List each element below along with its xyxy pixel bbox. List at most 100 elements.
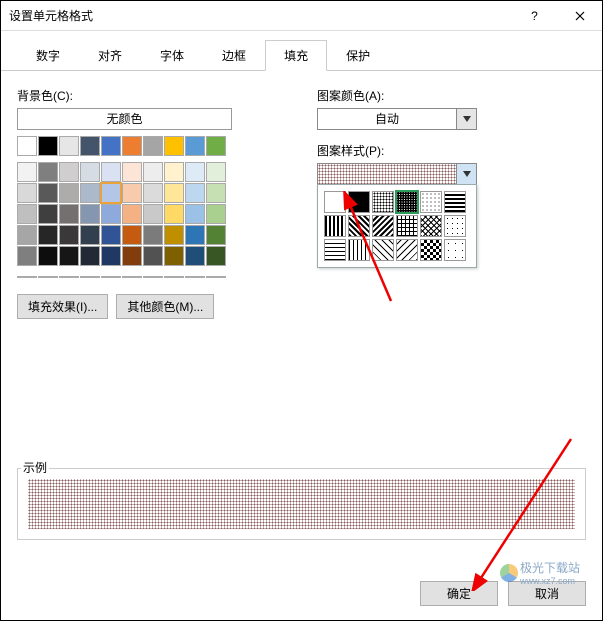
color-swatch[interactable] <box>206 136 226 156</box>
pattern-color-dropdown[interactable]: 自动 <box>317 108 477 130</box>
color-swatch[interactable] <box>38 276 58 278</box>
pattern-swatch[interactable] <box>372 239 394 261</box>
color-swatch[interactable] <box>185 162 205 182</box>
pattern-swatch[interactable] <box>396 239 418 261</box>
color-swatch[interactable] <box>80 246 100 266</box>
color-swatch[interactable] <box>80 162 100 182</box>
color-swatch[interactable] <box>17 276 37 278</box>
pattern-swatch[interactable] <box>372 191 394 213</box>
pattern-swatch[interactable] <box>396 215 418 237</box>
pattern-swatch[interactable] <box>348 215 370 237</box>
color-swatch[interactable] <box>206 183 226 203</box>
color-swatch[interactable] <box>164 204 184 224</box>
more-colors-button[interactable]: 其他颜色(M)... <box>116 294 214 319</box>
color-swatch[interactable] <box>185 225 205 245</box>
color-swatch[interactable] <box>206 276 226 278</box>
close-button[interactable] <box>557 1 602 31</box>
color-swatch[interactable] <box>122 183 142 203</box>
color-swatch[interactable] <box>101 136 121 156</box>
color-swatch[interactable] <box>59 136 79 156</box>
color-swatch[interactable] <box>164 225 184 245</box>
pattern-swatch[interactable] <box>444 239 466 261</box>
no-color-button[interactable]: 无颜色 <box>17 108 232 130</box>
color-swatch[interactable] <box>38 136 58 156</box>
color-swatch[interactable] <box>17 162 37 182</box>
color-swatch[interactable] <box>59 162 79 182</box>
color-swatch[interactable] <box>59 183 79 203</box>
color-swatch[interactable] <box>143 246 163 266</box>
pattern-swatch[interactable] <box>324 239 346 261</box>
pattern-swatch[interactable] <box>396 191 418 213</box>
color-swatch[interactable] <box>206 162 226 182</box>
color-swatch[interactable] <box>101 183 121 203</box>
help-button[interactable]: ? <box>512 1 557 31</box>
color-swatch[interactable] <box>143 204 163 224</box>
color-swatch[interactable] <box>101 246 121 266</box>
color-swatch[interactable] <box>59 204 79 224</box>
color-swatch[interactable] <box>38 183 58 203</box>
color-swatch[interactable] <box>101 204 121 224</box>
color-swatch[interactable] <box>122 276 142 278</box>
color-swatch[interactable] <box>143 183 163 203</box>
color-swatch[interactable] <box>38 225 58 245</box>
color-swatch[interactable] <box>122 246 142 266</box>
color-swatch[interactable] <box>122 162 142 182</box>
color-swatch[interactable] <box>101 162 121 182</box>
pattern-style-dropdown[interactable] <box>317 163 477 185</box>
color-swatch[interactable] <box>206 246 226 266</box>
color-swatch[interactable] <box>164 246 184 266</box>
tab-protection[interactable]: 保护 <box>327 40 389 71</box>
color-swatch[interactable] <box>101 225 121 245</box>
color-swatch[interactable] <box>185 136 205 156</box>
color-swatch[interactable] <box>164 276 184 278</box>
color-swatch[interactable] <box>38 204 58 224</box>
color-swatch[interactable] <box>206 225 226 245</box>
color-swatch[interactable] <box>143 162 163 182</box>
color-swatch[interactable] <box>164 183 184 203</box>
pattern-swatch[interactable] <box>420 215 442 237</box>
fill-effects-button[interactable]: 填充效果(I)... <box>17 294 108 319</box>
tab-font[interactable]: 字体 <box>141 40 203 71</box>
color-swatch[interactable] <box>17 204 37 224</box>
color-swatch[interactable] <box>164 162 184 182</box>
pattern-swatch[interactable] <box>348 191 370 213</box>
pattern-swatch[interactable] <box>372 215 394 237</box>
color-swatch[interactable] <box>185 246 205 266</box>
color-swatch[interactable] <box>17 183 37 203</box>
pattern-swatch[interactable] <box>444 215 466 237</box>
color-swatch[interactable] <box>122 204 142 224</box>
color-swatch[interactable] <box>59 276 79 278</box>
pattern-swatch[interactable] <box>348 239 370 261</box>
color-swatch[interactable] <box>80 136 100 156</box>
color-swatch[interactable] <box>143 136 163 156</box>
pattern-swatch[interactable] <box>420 239 442 261</box>
color-swatch[interactable] <box>17 136 37 156</box>
color-swatch[interactable] <box>101 276 121 278</box>
color-swatch[interactable] <box>80 225 100 245</box>
color-swatch[interactable] <box>206 204 226 224</box>
ok-button[interactable]: 确定 <box>420 581 498 606</box>
tab-fill[interactable]: 填充 <box>265 40 327 71</box>
tab-number[interactable]: 数字 <box>17 40 79 71</box>
color-swatch[interactable] <box>38 162 58 182</box>
color-swatch[interactable] <box>38 246 58 266</box>
color-swatch[interactable] <box>185 183 205 203</box>
pattern-swatch[interactable] <box>420 191 442 213</box>
color-swatch[interactable] <box>80 276 100 278</box>
color-swatch[interactable] <box>185 276 205 278</box>
color-swatch[interactable] <box>17 225 37 245</box>
color-swatch[interactable] <box>80 204 100 224</box>
color-swatch[interactable] <box>185 204 205 224</box>
color-swatch[interactable] <box>143 276 163 278</box>
color-swatch[interactable] <box>59 246 79 266</box>
color-swatch[interactable] <box>80 183 100 203</box>
tab-alignment[interactable]: 对齐 <box>79 40 141 71</box>
color-swatch[interactable] <box>122 225 142 245</box>
pattern-swatch[interactable] <box>444 191 466 213</box>
color-swatch[interactable] <box>17 246 37 266</box>
color-swatch[interactable] <box>122 136 142 156</box>
color-swatch[interactable] <box>164 136 184 156</box>
pattern-swatch[interactable] <box>324 191 346 213</box>
tab-border[interactable]: 边框 <box>203 40 265 71</box>
color-swatch[interactable] <box>59 225 79 245</box>
